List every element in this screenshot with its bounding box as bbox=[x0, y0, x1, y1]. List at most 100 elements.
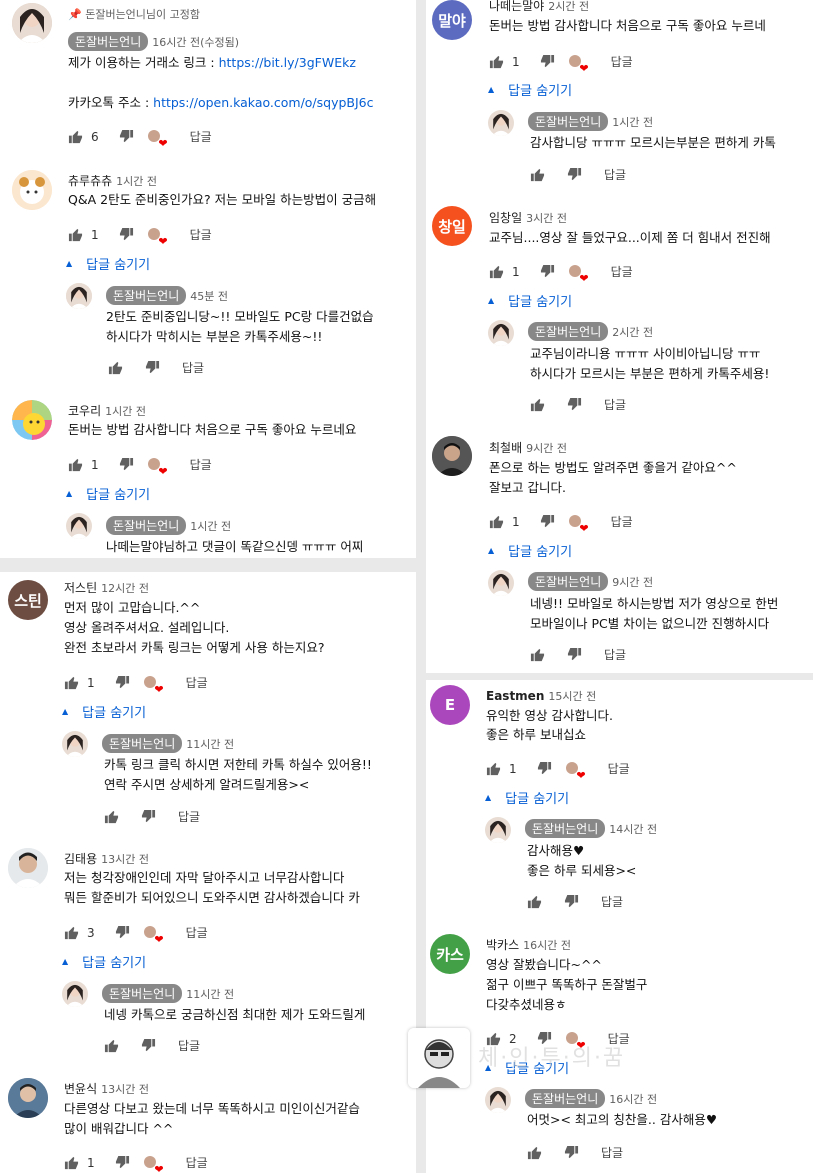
thumbs-down-icon[interactable] bbox=[540, 514, 555, 529]
reply-button[interactable]: 답글 bbox=[611, 53, 633, 70]
user-avatar[interactable]: 말야 bbox=[432, 0, 472, 40]
thumbs-down-icon[interactable] bbox=[567, 167, 582, 182]
reply-button[interactable]: 답글 bbox=[186, 1154, 208, 1171]
chevron-up-icon: ▲ bbox=[66, 489, 73, 498]
reply-header: 돈잘버는언니 1시간 전 bbox=[106, 515, 231, 535]
thumbs-up-icon[interactable] bbox=[527, 894, 542, 909]
reply-button[interactable]: 답글 bbox=[190, 128, 212, 145]
owner-badge[interactable]: 돈잘버는언니 bbox=[68, 32, 149, 51]
creator-heart-icon: ❤ bbox=[568, 264, 589, 284]
reply-button[interactable]: 답글 bbox=[601, 893, 623, 910]
comment-text: 뭐든 할준비가 되어있으니 도와주시면 감사하겠습니다 카 bbox=[64, 890, 360, 905]
hide-replies-button[interactable]: ▲ 답글 숨기기 bbox=[488, 80, 572, 99]
reply-text: 좋은 하루 되세용>< bbox=[527, 863, 637, 878]
thumbs-down-icon[interactable] bbox=[119, 129, 134, 144]
reply-button[interactable]: 답글 bbox=[186, 924, 208, 941]
thumbs-up-icon[interactable] bbox=[68, 227, 83, 242]
reply-button[interactable]: 답글 bbox=[611, 263, 633, 280]
thumbs-down-icon[interactable] bbox=[537, 761, 552, 776]
owner-avatar[interactable] bbox=[488, 110, 514, 136]
hide-replies-button[interactable]: ▲ 답글 숨기기 bbox=[66, 484, 150, 503]
reply-button[interactable]: 답글 bbox=[611, 513, 633, 530]
owner-avatar[interactable] bbox=[66, 283, 92, 309]
thumbs-up-icon[interactable] bbox=[530, 397, 545, 412]
comment-header: Eastmen 15시간 전 bbox=[486, 689, 597, 703]
hide-replies-button[interactable]: ▲ 답글 숨기기 bbox=[488, 291, 572, 310]
hide-replies-button[interactable]: ▲ 답글 숨기기 bbox=[488, 541, 572, 560]
reply-button[interactable]: 답글 bbox=[190, 456, 212, 473]
thumbs-down-icon[interactable] bbox=[567, 647, 582, 662]
thumbs-up-icon[interactable] bbox=[68, 457, 83, 472]
thumbs-down-icon[interactable] bbox=[141, 1038, 156, 1053]
user-avatar[interactable]: 스틴 bbox=[8, 580, 48, 620]
owner-avatar[interactable] bbox=[66, 513, 92, 539]
reply-button[interactable]: 답글 bbox=[604, 646, 626, 663]
thumbs-up-icon[interactable] bbox=[530, 167, 545, 182]
user-avatar[interactable] bbox=[8, 848, 48, 888]
action-bar: 답글 bbox=[530, 396, 626, 413]
user-avatar[interactable] bbox=[8, 1078, 48, 1118]
reply-button[interactable]: 답글 bbox=[604, 396, 626, 413]
thumbs-down-icon[interactable] bbox=[564, 1145, 579, 1160]
user-avatar[interactable]: E bbox=[430, 685, 470, 725]
user-avatar[interactable] bbox=[12, 170, 52, 210]
thumbs-down-icon[interactable] bbox=[115, 675, 130, 690]
comment-header: 저스틴 12시간 전 bbox=[64, 581, 149, 595]
owner-avatar[interactable] bbox=[485, 1087, 511, 1113]
thumbs-down-icon[interactable] bbox=[141, 809, 156, 824]
thumbs-up-icon[interactable] bbox=[527, 1145, 542, 1160]
owner-avatar[interactable] bbox=[488, 570, 514, 596]
reply-text: 연락 주시면 상세하게 알려드릴게용>< bbox=[104, 777, 310, 792]
thumbs-down-icon[interactable] bbox=[564, 894, 579, 909]
thumbs-up-icon[interactable] bbox=[104, 809, 119, 824]
reply-button[interactable]: 답글 bbox=[601, 1144, 623, 1161]
thumbs-up-icon[interactable] bbox=[486, 761, 501, 776]
owner-avatar[interactable] bbox=[485, 817, 511, 843]
thumbs-up-icon[interactable] bbox=[489, 54, 504, 69]
comment-header: 박카스 16시간 전 bbox=[486, 938, 571, 952]
thumbs-up-icon[interactable] bbox=[104, 1038, 119, 1053]
thumbs-down-icon[interactable] bbox=[540, 264, 555, 279]
owner-avatar[interactable] bbox=[62, 731, 88, 757]
comment-text: 다갖추셨네용ㅎ bbox=[486, 997, 567, 1012]
reply-button[interactable]: 답글 bbox=[604, 166, 626, 183]
reply-button[interactable]: 답글 bbox=[178, 808, 200, 825]
user-avatar[interactable]: 창일 bbox=[432, 206, 472, 246]
thumbs-down-icon[interactable] bbox=[119, 457, 134, 472]
hide-replies-button[interactable]: ▲ 답글 숨기기 bbox=[485, 788, 569, 807]
exchange-link[interactable]: https://bit.ly/3gFWEkz bbox=[219, 55, 356, 70]
hide-replies-button[interactable]: ▲ 답글 숨기기 bbox=[62, 702, 146, 721]
thumbs-down-icon[interactable] bbox=[540, 54, 555, 69]
reply-button[interactable]: 답글 bbox=[178, 1037, 200, 1054]
thumbs-up-icon[interactable] bbox=[108, 360, 123, 375]
thumbs-up-icon[interactable] bbox=[489, 264, 504, 279]
thumbs-down-icon[interactable] bbox=[145, 360, 160, 375]
thumbs-down-icon[interactable] bbox=[115, 1155, 130, 1170]
thumbs-up-icon[interactable] bbox=[530, 647, 545, 662]
owner-avatar[interactable] bbox=[12, 3, 52, 43]
left-panel-top bbox=[0, 0, 416, 558]
thumbs-up-icon[interactable] bbox=[489, 514, 504, 529]
thumbs-down-icon[interactable] bbox=[567, 397, 582, 412]
reply-button[interactable]: 답글 bbox=[190, 226, 212, 243]
owner-avatar[interactable] bbox=[62, 981, 88, 1007]
thumbs-up-icon[interactable] bbox=[68, 129, 83, 144]
reply-button[interactable]: 답글 bbox=[182, 359, 204, 376]
owner-avatar[interactable] bbox=[488, 320, 514, 346]
hide-replies-button[interactable]: ▲ 답글 숨기기 bbox=[62, 952, 146, 971]
hide-replies-button[interactable]: ▲ 답글 숨기기 bbox=[66, 254, 150, 273]
thumbs-up-icon[interactable] bbox=[64, 675, 79, 690]
comment-text: Q&A 2탄도 준비중인가요? 저는 모바일 하는방법이 궁금해 bbox=[68, 192, 377, 207]
action-bar: 1 ❤ 답글 bbox=[64, 674, 208, 695]
kakao-link[interactable]: https://open.kakao.com/o/sqypBJ6c bbox=[153, 95, 373, 110]
thumbs-up-icon[interactable] bbox=[64, 1155, 79, 1170]
reply-button[interactable]: 답글 bbox=[608, 760, 630, 777]
reply-button[interactable]: 답글 bbox=[186, 674, 208, 691]
thumbs-up-icon[interactable] bbox=[64, 925, 79, 940]
comment-header: 변윤식 13시간 전 bbox=[64, 1082, 149, 1096]
thumbs-down-icon[interactable] bbox=[115, 925, 130, 940]
user-avatar[interactable] bbox=[12, 400, 52, 440]
user-avatar[interactable] bbox=[432, 436, 472, 476]
thumbs-down-icon[interactable] bbox=[119, 227, 134, 242]
user-avatar[interactable]: 카스 bbox=[430, 934, 470, 974]
